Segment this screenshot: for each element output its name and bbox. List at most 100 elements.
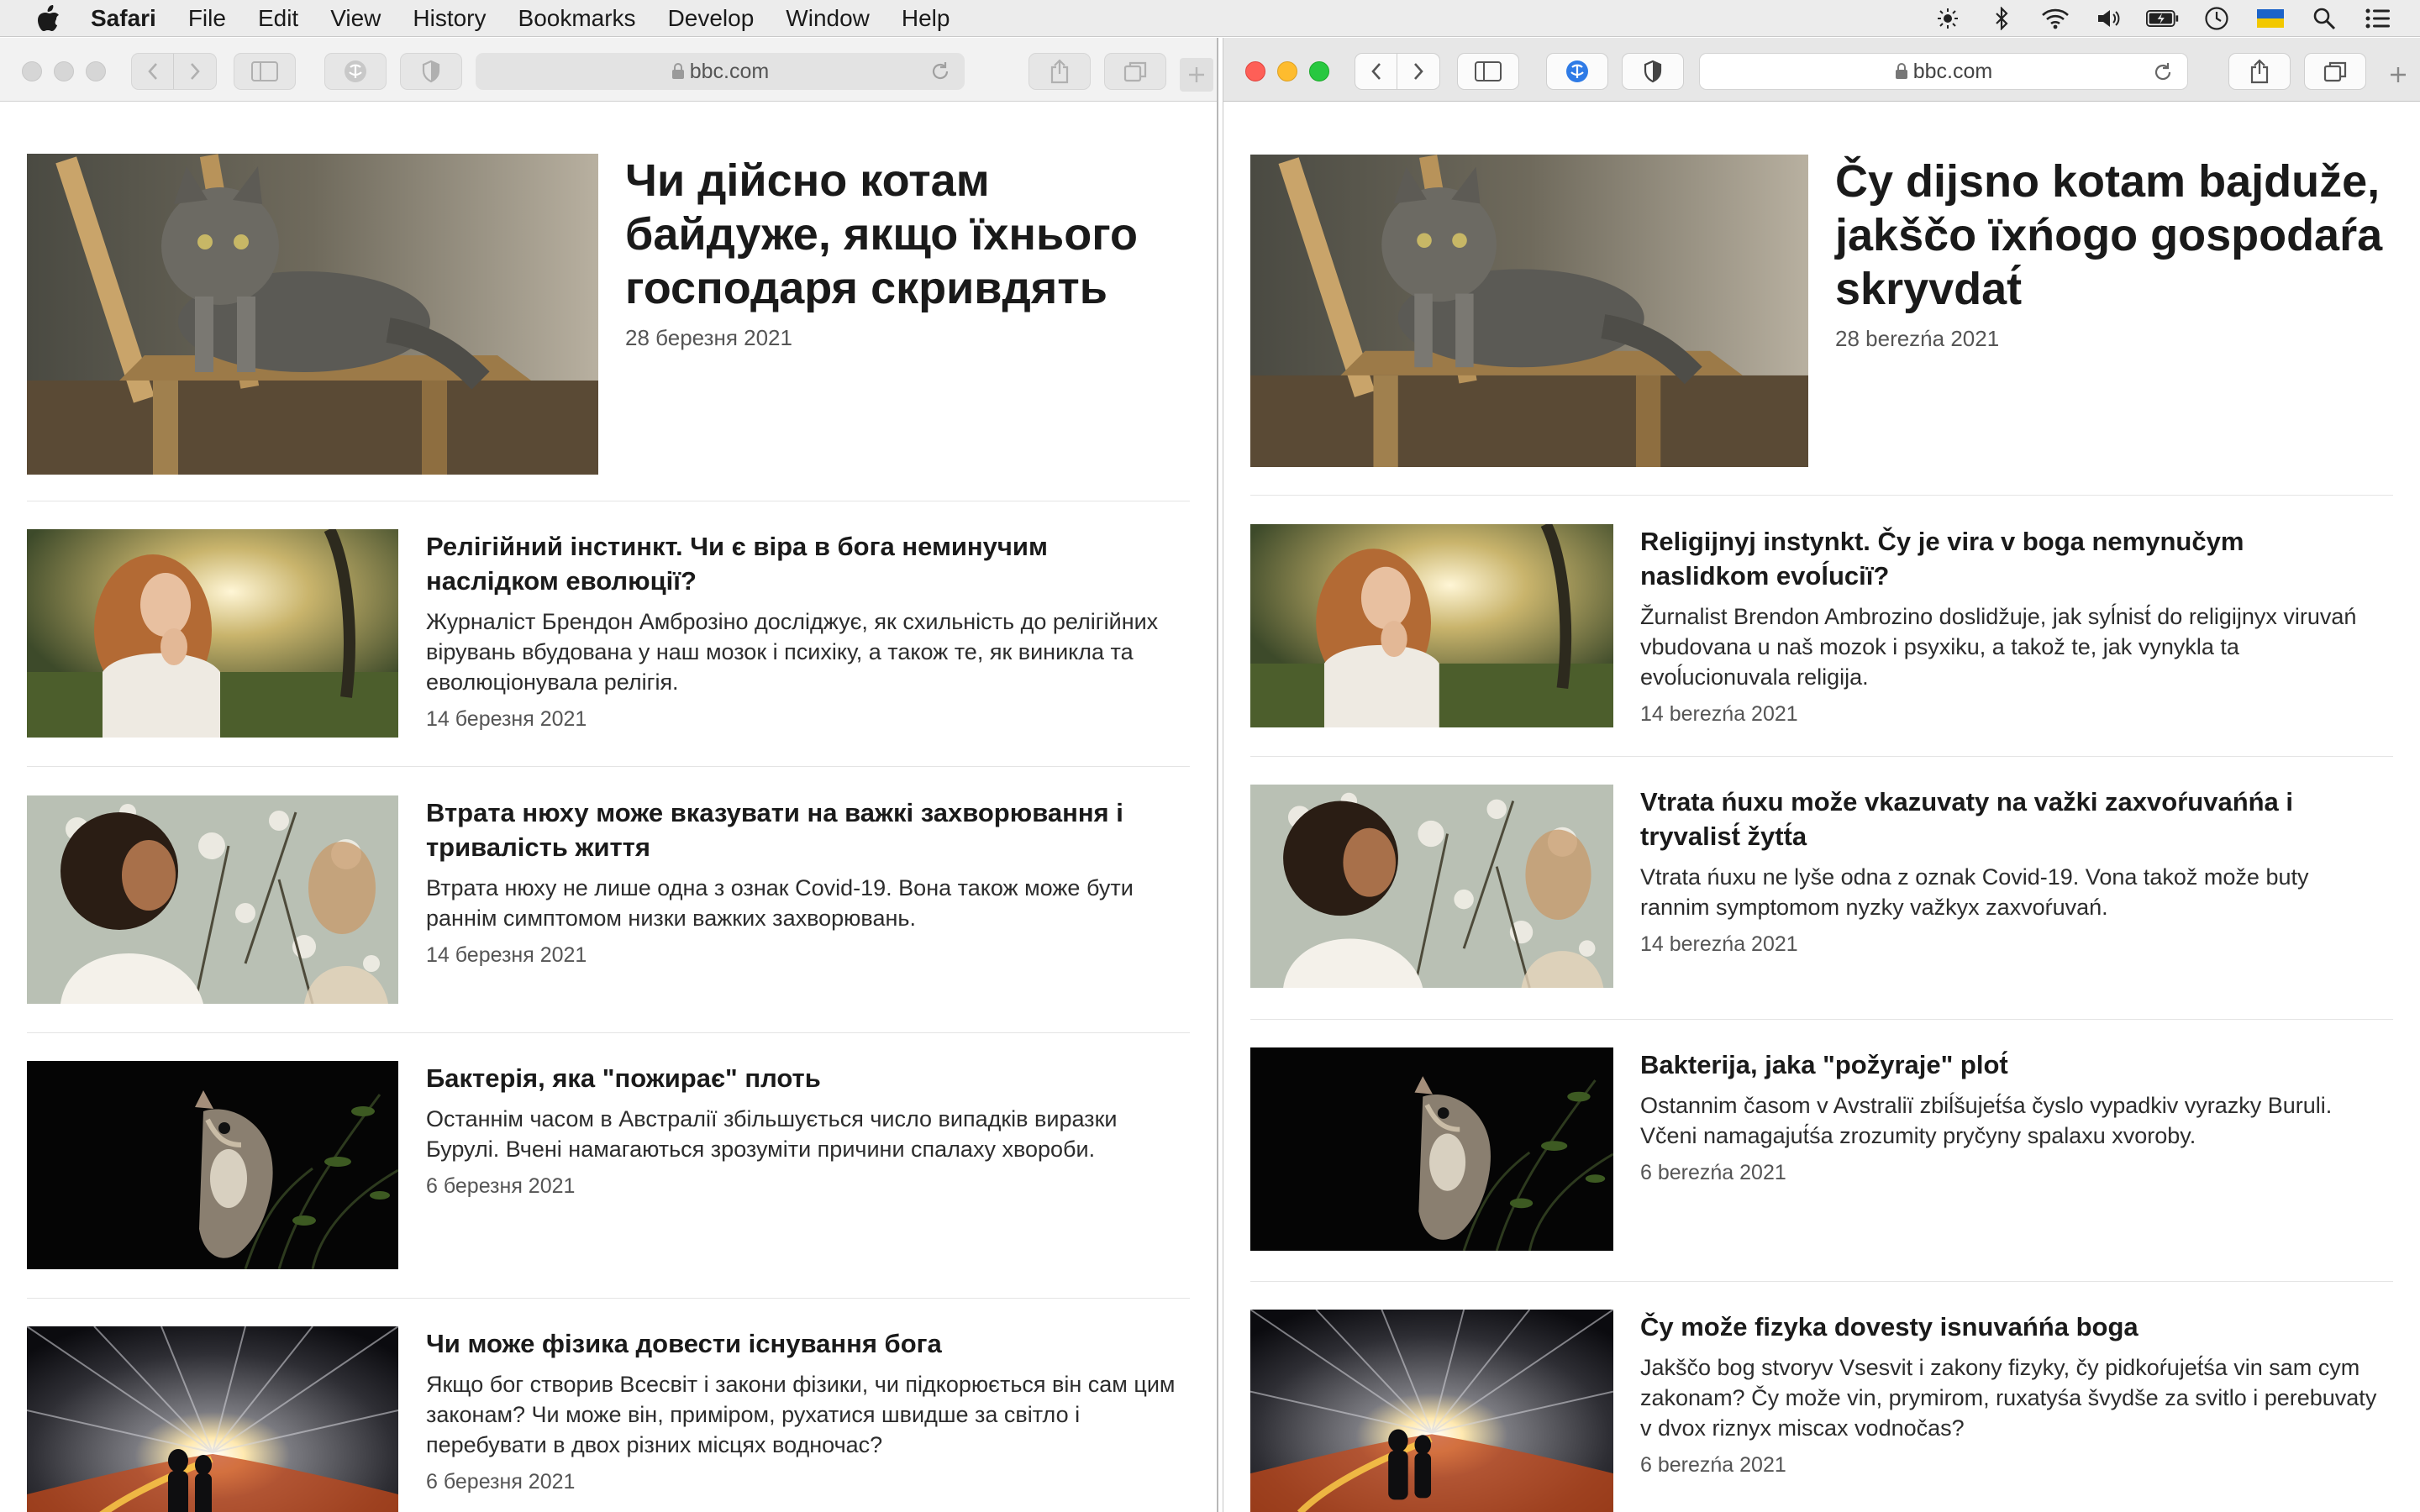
share-button[interactable] [2228, 53, 2291, 90]
article-title[interactable]: Bakterija, jaka "požyraje" plot́ [1640, 1047, 2380, 1082]
article-summary: Jakščo bog stvoryv Vsesvit i zakony fizy… [1640, 1355, 2377, 1441]
menu-bookmarks[interactable]: Bookmarks [518, 0, 636, 37]
article-summary: Žurnalist Brendon Ambrozino doslidžuje, … [1640, 604, 2357, 690]
divider [27, 1298, 1190, 1299]
article-item[interactable]: Релігійний інстинкт. Чи є віра в бога не… [27, 529, 1190, 739]
article-title[interactable]: Втрата нюху може вказувати на важкі захв… [426, 795, 1182, 864]
cat-on-chair-photo [27, 154, 598, 475]
reload-icon[interactable] [929, 60, 951, 82]
extension-button[interactable] [1546, 53, 1608, 90]
article-item[interactable]: Religijnyj instynkt. Čy je vira v boga n… [1250, 524, 2393, 729]
sidebar-button[interactable] [1457, 53, 1519, 90]
article-item[interactable]: Чи може фізика довести існування бога Як… [27, 1326, 1190, 1512]
article-date: 14 berezńa 2021 [1640, 702, 1798, 726]
article-item[interactable]: Vtrata ńuxu može vkazuvaty na važki zaxv… [1250, 785, 2393, 990]
extension-button[interactable] [324, 53, 387, 90]
zoom-button[interactable] [86, 61, 106, 81]
article-item[interactable]: Втрата нюху може вказувати на важкі захв… [27, 795, 1190, 1005]
lock-icon [671, 63, 684, 79]
wifi-icon[interactable] [2039, 2, 2072, 35]
article-title[interactable]: Religijnyj instynkt. Čy je vira v boga n… [1640, 524, 2380, 593]
new-tab-button[interactable] [2381, 58, 2415, 92]
address-bar[interactable]: bbc.com [1699, 53, 2188, 90]
close-button[interactable] [1245, 61, 1265, 81]
lead-article-image[interactable] [27, 154, 598, 475]
page-content: Čy dijsno kotam bajduže, jakščo ïxńogo g… [1223, 102, 2420, 1512]
privacy-report-button[interactable] [400, 53, 462, 90]
back-button[interactable] [132, 54, 174, 89]
sidebar-button[interactable] [234, 53, 296, 90]
article-image[interactable] [27, 1061, 398, 1269]
article-text: Бактерія, яка "пожирає" плоть Останнім ч… [426, 1061, 1182, 1199]
divider [1250, 756, 2393, 757]
article-image[interactable] [1250, 1310, 1613, 1512]
chevron-right-icon [191, 63, 200, 80]
clock-icon[interactable] [2200, 2, 2233, 35]
article-image[interactable] [27, 795, 398, 1004]
shield-icon [422, 60, 440, 83]
privacy-report-button[interactable] [1622, 53, 1684, 90]
article-summary: Ostannim časom v Avstraliï zbiĺšujet́śa … [1640, 1093, 2333, 1148]
article-item[interactable]: Čy može fizyka dovesty isnuvańńa boga Ja… [1250, 1310, 2393, 1512]
article-text: Čy može fizyka dovesty isnuvańńa boga Ja… [1640, 1310, 2380, 1478]
share-icon [2250, 59, 2269, 84]
lead-article[interactable]: Чи дійсно котам байдуже, якщо їхнього го… [27, 154, 1190, 475]
article-title[interactable]: Бактерія, яка "пожирає" плоть [426, 1061, 1182, 1095]
praying-woman-photo [1250, 524, 1613, 727]
brightness-icon[interactable] [1931, 2, 1965, 35]
article-image[interactable] [1250, 1047, 1613, 1251]
zoom-button[interactable] [1309, 61, 1329, 81]
back-button[interactable] [1355, 54, 1397, 89]
address-text: bbc.com [689, 59, 770, 83]
menu-history[interactable]: History [413, 0, 486, 37]
volume-icon[interactable] [2092, 2, 2126, 35]
control-center-icon[interactable] [2361, 2, 2395, 35]
menu-edit[interactable]: Edit [258, 0, 298, 37]
battery-icon[interactable] [2146, 2, 2180, 35]
minimize-button[interactable] [54, 61, 74, 81]
lead-article-title[interactable]: Чи дійсно котам байдуже, якщо їхнього го… [625, 154, 1205, 315]
lead-article[interactable]: Čy dijsno kotam bajduže, jakščo ïxńogo g… [1250, 155, 2393, 469]
article-title[interactable]: Čy može fizyka dovesty isnuvańńa boga [1640, 1310, 2380, 1344]
minimize-button[interactable] [1277, 61, 1297, 81]
article-item[interactable]: Бактерія, яка "пожирає" плоть Останнім ч… [27, 1061, 1190, 1271]
ukraine-flag-icon[interactable] [2254, 2, 2287, 35]
address-bar[interactable]: bbc.com [476, 53, 965, 90]
toolbar: bbc.com [0, 38, 1217, 102]
bluetooth-icon[interactable] [1985, 2, 2018, 35]
reload-icon[interactable] [2152, 61, 2174, 83]
menu-file[interactable]: File [188, 0, 226, 37]
close-button[interactable] [22, 61, 42, 81]
article-image[interactable] [1250, 524, 1613, 727]
browser-window-right: bbc.com Čy dijsno kotam bajduže, jakščo … [1223, 38, 2420, 1512]
lead-article-date: 28 березня 2021 [625, 325, 792, 350]
tab-overview-button[interactable] [1104, 53, 1166, 90]
forward-button[interactable] [1397, 54, 1439, 89]
menu-develop[interactable]: Develop [668, 0, 755, 37]
tab-overview-button[interactable] [2304, 53, 2366, 90]
article-title[interactable]: Чи може фізика довести існування бога [426, 1326, 1182, 1361]
article-image[interactable] [27, 1326, 398, 1512]
new-tab-button[interactable] [1180, 58, 1213, 92]
menu-help[interactable]: Help [902, 0, 950, 37]
menu-window[interactable]: Window [786, 0, 870, 37]
menu-view[interactable]: View [330, 0, 381, 37]
article-text: Religijnyj instynkt. Čy je vira v boga n… [1640, 524, 2380, 727]
article-title[interactable]: Vtrata ńuxu može vkazuvaty na važki zaxv… [1640, 785, 2380, 853]
forward-button[interactable] [174, 54, 216, 89]
article-image[interactable] [27, 529, 398, 738]
article-item[interactable]: Bakterija, jaka "požyraje" plot́ Ostanni… [1250, 1047, 2393, 1252]
article-date: 14 березня 2021 [426, 707, 587, 731]
menu-app-name[interactable]: Safari [91, 0, 156, 37]
divider [1250, 1019, 2393, 1020]
article-text: Bakterija, jaka "požyraje" plot́ Ostanni… [1640, 1047, 2380, 1185]
article-image[interactable] [1250, 785, 1613, 988]
article-title[interactable]: Релігійний інстинкт. Чи є віра в бога не… [426, 529, 1182, 598]
spotlight-search-icon[interactable] [2307, 2, 2341, 35]
article-date: 6 berezńa 2021 [1640, 1161, 1786, 1184]
lead-article-image[interactable] [1250, 155, 1808, 467]
share-button[interactable] [1028, 53, 1091, 90]
apple-menu-icon[interactable] [32, 2, 66, 35]
lead-article-title[interactable]: Čy dijsno kotam bajduže, jakščo ïxńogo g… [1835, 155, 2407, 316]
article-text: Втрата нюху може вказувати на важкі захв… [426, 795, 1182, 968]
